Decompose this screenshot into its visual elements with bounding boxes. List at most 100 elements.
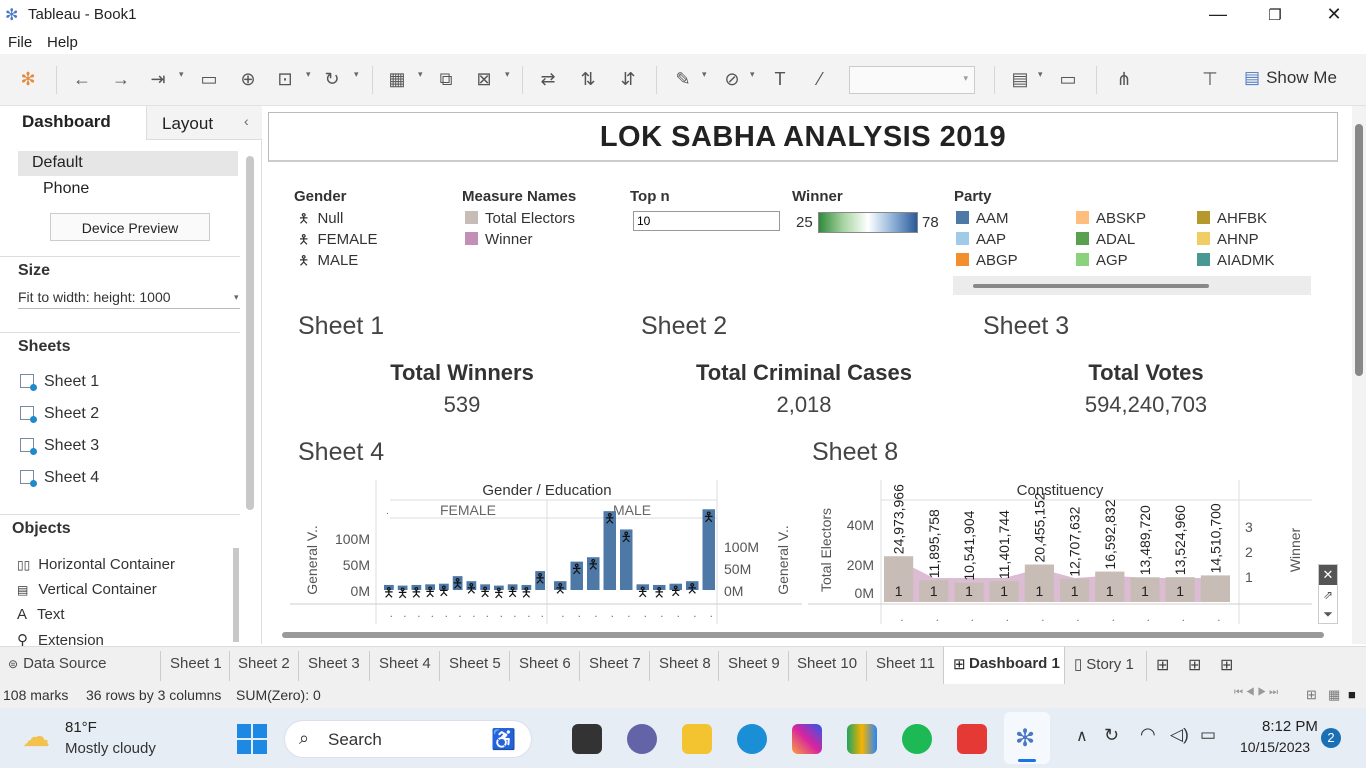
replay-icon[interactable]: ⇥ — [146, 68, 170, 90]
party-item[interactable]: AHFBK — [1197, 210, 1267, 227]
sort-ascending-icon[interactable]: ⇅ — [576, 68, 600, 90]
sort-descending-icon[interactable]: ⇵ — [616, 68, 640, 90]
size-chevron-icon[interactable]: ▾ — [234, 292, 239, 303]
topn-input[interactable] — [633, 211, 780, 231]
party-item[interactable]: AAP — [956, 231, 1006, 248]
filter-icon[interactable]: ⏷ — [1319, 605, 1337, 623]
object-text[interactable]: A Text — [17, 606, 65, 623]
left-scrollbar[interactable] — [246, 156, 254, 510]
canvas-vertical-scrollbar[interactable] — [1352, 106, 1366, 644]
party-item[interactable]: ABSKP — [1076, 210, 1146, 227]
file-explorer-icon[interactable] — [682, 724, 712, 754]
close-icon[interactable]: ✕ — [1314, 4, 1354, 25]
weather-icon[interactable]: ☁ — [22, 720, 50, 753]
tab-story-1[interactable]: ▯ Story 1 — [1074, 655, 1134, 673]
volume-icon[interactable]: ◁) — [1170, 725, 1189, 745]
party-item[interactable]: AAM — [956, 210, 1009, 227]
electors-bar[interactable] — [1200, 575, 1230, 602]
redo-icon[interactable]: → — [109, 68, 133, 90]
presentation-icon[interactable]: ▭ — [1056, 68, 1080, 90]
grid-view-icon[interactable]: ⊞ — [1306, 687, 1317, 703]
tabs-view-icon[interactable]: ■ — [1348, 687, 1356, 702]
restore-icon[interactable]: ❐ — [1255, 6, 1295, 24]
group-icon[interactable]: ⊘ — [720, 68, 744, 90]
party-item[interactable]: AGP — [1076, 252, 1128, 269]
task-view-icon[interactable] — [572, 724, 602, 754]
party-item[interactable]: AIADMK — [1197, 252, 1275, 269]
sheet-item-1[interactable]: Sheet 1 — [20, 373, 99, 391]
tab-data-source[interactable]: ⊜ Data Source — [8, 655, 106, 672]
google-drive-icon[interactable] — [847, 724, 877, 754]
edge-icon[interactable] — [737, 724, 767, 754]
battery-icon[interactable]: ▭ — [1200, 725, 1216, 745]
new-dashboard-tab-icon[interactable]: ⊞ — [1188, 655, 1201, 675]
tab-sheet-1[interactable]: Sheet 1 — [170, 655, 222, 672]
tab-sheet-2[interactable]: Sheet 2 — [238, 655, 290, 672]
clear-sheet-icon[interactable]: ⊠ — [472, 68, 496, 90]
canvas-horizontal-scrollbar[interactable] — [262, 628, 1352, 642]
undo-icon[interactable]: ← — [70, 68, 94, 90]
windows-start-icon[interactable] — [237, 724, 267, 754]
share-icon[interactable]: ⋔ — [1112, 68, 1136, 90]
party-legend-scrollbar[interactable] — [953, 276, 1311, 295]
go-to-sheet-icon[interactable]: ⇗ — [1319, 585, 1337, 605]
remove-sheet-icon[interactable]: ✕ — [1319, 565, 1337, 585]
tab-sheet-3[interactable]: Sheet 3 — [308, 655, 360, 672]
measure-item-total-electors[interactable]: Total Electors — [465, 210, 575, 227]
swap-icon[interactable]: ⇄ — [536, 68, 560, 90]
sync-icon[interactable]: ↻ — [1104, 725, 1119, 746]
measure-item-winner[interactable]: Winner — [465, 231, 533, 248]
new-story-tab-icon[interactable]: ⊞ — [1220, 655, 1233, 675]
tableau-home-icon[interactable]: ✻ — [16, 68, 40, 90]
teams-icon[interactable] — [627, 724, 657, 754]
tab-sheet-4[interactable]: Sheet 4 — [379, 655, 431, 672]
tab-layout[interactable]: Layout — [162, 114, 213, 134]
party-item[interactable]: AHNP — [1197, 231, 1259, 248]
device-preview-button[interactable]: Device Preview — [50, 213, 210, 241]
party-item[interactable]: ADAL — [1076, 231, 1135, 248]
spotify-icon[interactable] — [902, 724, 932, 754]
highlight-icon[interactable]: ✎ — [671, 68, 695, 90]
show-me-button[interactable]: ▤ Show Me — [1244, 68, 1337, 88]
show-hidden-icon[interactable]: ∧ — [1076, 726, 1088, 746]
tab-dashboard-1[interactable]: ⊞ Dashboard 1 — [943, 647, 1065, 685]
tab-sheet-11[interactable]: Sheet 11 — [876, 655, 935, 672]
object-vertical-container[interactable]: ▤ Vertical Container — [17, 581, 157, 598]
new-worksheet-tab-icon[interactable]: ⊞ — [1156, 655, 1169, 675]
cards-icon[interactable]: ▤ — [1008, 68, 1032, 90]
tab-dashboard[interactable]: Dashboard — [22, 112, 111, 132]
party-item[interactable]: ABGP — [956, 252, 1018, 269]
anydesk-icon[interactable] — [957, 724, 987, 754]
collapse-icon[interactable]: ‹ — [244, 113, 249, 129]
menu-help[interactable]: Help — [47, 34, 78, 51]
notification-badge[interactable]: 2 — [1321, 728, 1341, 748]
tab-sheet-8[interactable]: Sheet 8 — [659, 655, 711, 672]
winner-color-ramp[interactable] — [818, 212, 918, 233]
show-labels-icon[interactable]: T — [768, 68, 792, 90]
gender-item-null[interactable]: 🯅 Null — [298, 210, 343, 232]
objects-scrollbar[interactable] — [233, 548, 239, 642]
instagram-icon[interactable] — [792, 724, 822, 754]
sheet-item-2[interactable]: Sheet 2 — [20, 405, 99, 423]
save-icon[interactable]: ▭ — [197, 68, 221, 90]
wifi-icon[interactable]: ◠ — [1140, 724, 1156, 745]
fit-dropdown[interactable]: ▾ — [849, 66, 975, 94]
tab-sheet-10[interactable]: Sheet 10 — [797, 655, 857, 672]
filmstrip-view-icon[interactable]: ▦ — [1328, 687, 1340, 703]
new-datasource-icon[interactable]: ⊕ — [236, 68, 260, 90]
tableau-taskbar-icon[interactable]: ✻ — [1004, 712, 1050, 764]
format-icon[interactable]: ⊤ — [1198, 68, 1222, 90]
tab-sheet-7[interactable]: Sheet 7 — [589, 655, 641, 672]
taskbar-search[interactable]: ⌕ Search ♿ — [284, 720, 532, 758]
device-phone[interactable]: Phone — [43, 180, 89, 198]
size-dropdown[interactable]: Fit to width: height: 1000 — [18, 289, 171, 305]
tab-sheet-5[interactable]: Sheet 5 — [449, 655, 501, 672]
new-worksheet-icon[interactable]: ▦ — [385, 68, 409, 90]
nav-arrows-icon[interactable]: ⏮ ◀ ▶ ⏭ — [1234, 687, 1278, 698]
pause-updates-icon[interactable]: ⊡ — [273, 68, 297, 90]
minimize-icon[interactable]: — — [1198, 4, 1238, 25]
duplicate-icon[interactable]: ⧉ — [434, 68, 458, 90]
device-default[interactable]: Default — [18, 151, 238, 176]
sheet-item-3[interactable]: Sheet 3 — [20, 437, 99, 455]
fix-axes-icon[interactable]: ⁄ — [808, 68, 832, 90]
